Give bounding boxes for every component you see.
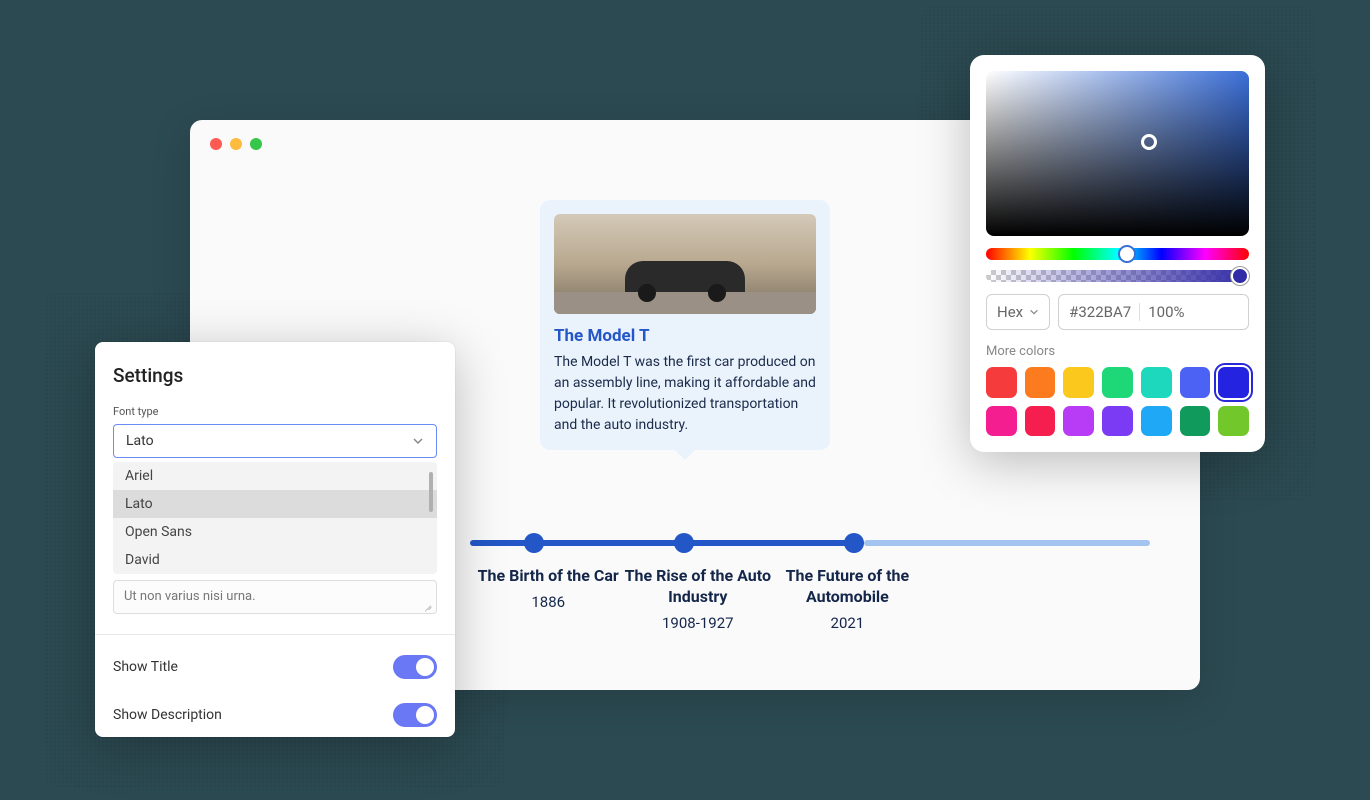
font-select-value: Lato [126, 433, 154, 449]
settings-panel: Settings Font type Lato Ariel Lato Open … [95, 342, 455, 737]
color-cursor-icon[interactable] [1141, 134, 1157, 150]
font-type-label: Font type [95, 405, 455, 418]
dropdown-scrollbar[interactable] [429, 472, 433, 512]
card-image [554, 214, 816, 314]
hex-input[interactable]: #322BA7 100% [1058, 294, 1249, 330]
font-option[interactable]: Lato [113, 490, 437, 518]
more-colors-label: More colors [986, 344, 1249, 359]
card-description: The Model T was the first car produced o… [554, 352, 816, 436]
show-title-label: Show Title [113, 659, 178, 675]
window-minimize[interactable] [230, 138, 242, 150]
hue-slider[interactable] [986, 248, 1249, 260]
window-close[interactable] [210, 138, 222, 150]
show-description-toggle[interactable] [393, 703, 437, 727]
window-zoom[interactable] [250, 138, 262, 150]
color-swatch[interactable] [1025, 367, 1056, 398]
timeline-dot-0[interactable] [524, 533, 544, 553]
color-picker-panel: Hex #322BA7 100% More colors [970, 55, 1265, 452]
alpha-slider[interactable] [986, 270, 1249, 282]
font-select[interactable]: Lato [113, 424, 437, 458]
alpha-thumb[interactable] [1231, 267, 1249, 285]
color-format-value: Hex [997, 303, 1023, 321]
divider [95, 634, 455, 635]
color-swatch[interactable] [1218, 367, 1249, 398]
show-title-toggle[interactable] [393, 655, 437, 679]
alpha-value: 100% [1148, 303, 1184, 321]
hex-value: #322BA7 [1069, 303, 1131, 321]
color-swatch[interactable] [1218, 406, 1249, 437]
hue-thumb[interactable] [1118, 245, 1136, 263]
card-title: The Model T [554, 326, 816, 346]
color-swatch[interactable] [1180, 406, 1211, 437]
color-swatch[interactable] [1141, 406, 1172, 437]
font-option[interactable]: David [113, 546, 437, 574]
color-canvas[interactable] [986, 71, 1249, 236]
textarea-text: Ut non varius nisi urna. [124, 589, 256, 604]
show-description-label: Show Description [113, 707, 222, 723]
color-swatch[interactable] [1141, 367, 1172, 398]
color-swatch[interactable] [1025, 406, 1056, 437]
resize-handle-icon[interactable] [424, 601, 432, 609]
color-swatch[interactable] [1102, 367, 1133, 398]
timeline-item[interactable]: The Future of the Automobile 2021 [735, 566, 959, 632]
swatch-grid [986, 367, 1249, 436]
textarea-input[interactable]: Ut non varius nisi urna. [113, 580, 437, 614]
chevron-down-icon [1029, 307, 1039, 317]
color-format-select[interactable]: Hex [986, 294, 1050, 330]
chevron-down-icon [412, 435, 424, 447]
color-swatch[interactable] [986, 367, 1017, 398]
font-dropdown: Ariel Lato Open Sans David [113, 462, 437, 574]
timeline: The Birth of the Car 1886 The Rise of th… [470, 540, 1150, 632]
color-swatch[interactable] [1102, 406, 1133, 437]
color-swatch[interactable] [986, 406, 1017, 437]
timeline-dot-1[interactable] [674, 533, 694, 553]
timeline-card: The Model T The Model T was the first ca… [540, 200, 830, 450]
font-option[interactable]: Open Sans [113, 518, 437, 546]
color-swatch[interactable] [1063, 406, 1094, 437]
timeline-item-title: The Future of the Automobile [745, 566, 949, 608]
timeline-item-year: 2021 [745, 614, 949, 632]
color-swatch[interactable] [1063, 367, 1094, 398]
color-swatch[interactable] [1180, 367, 1211, 398]
settings-title: Settings [95, 364, 455, 387]
timeline-track[interactable] [470, 540, 1150, 546]
timeline-dot-2[interactable] [844, 533, 864, 553]
font-option[interactable]: Ariel [113, 462, 437, 490]
